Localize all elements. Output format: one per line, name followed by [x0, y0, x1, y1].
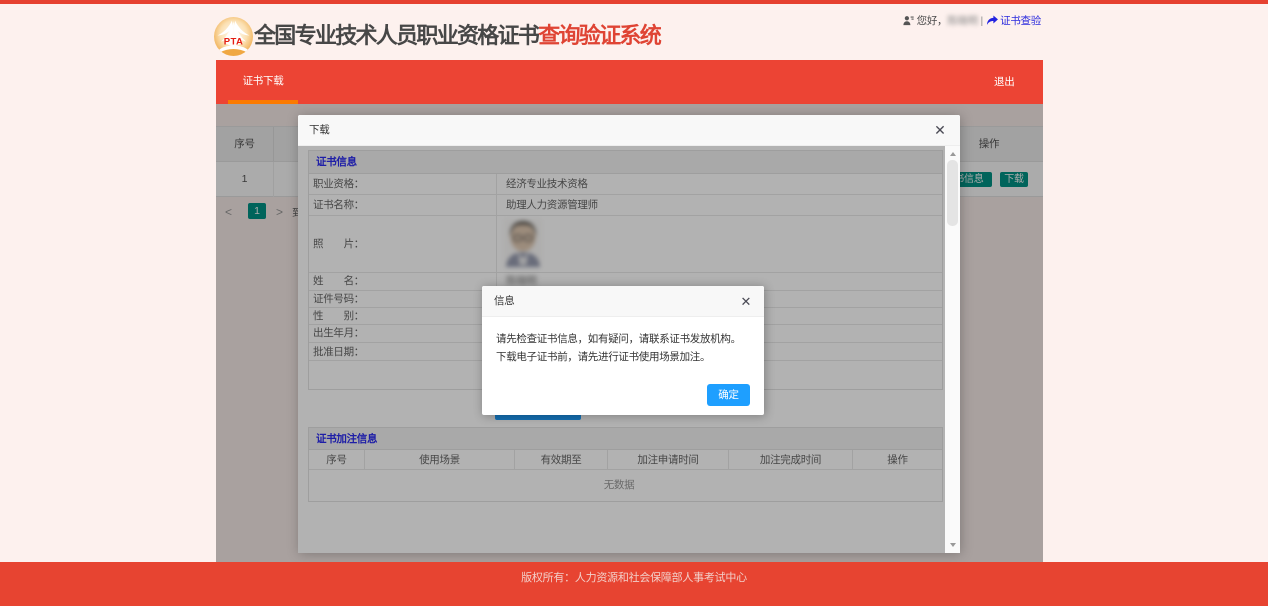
svg-text:PTA: PTA	[224, 37, 244, 48]
